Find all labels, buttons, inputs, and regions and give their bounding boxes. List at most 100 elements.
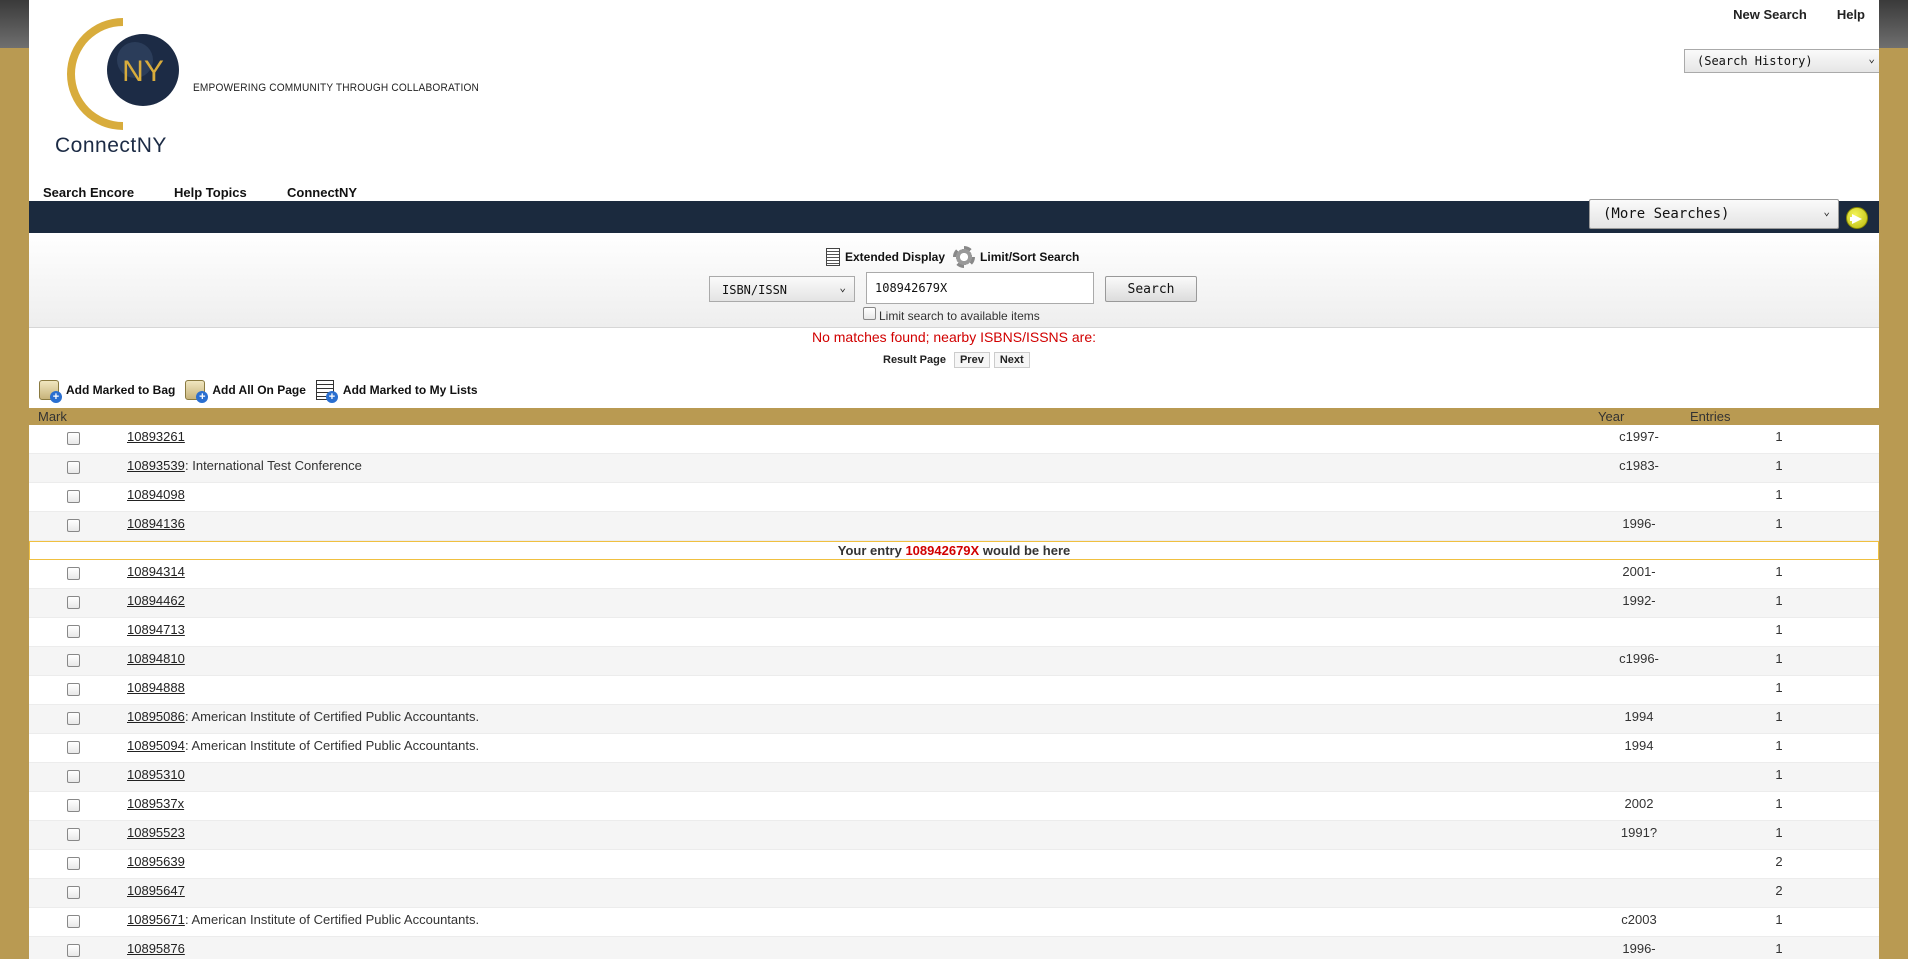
isbn-link[interactable]: 10895523 [127,825,185,840]
row-mark-checkbox[interactable] [67,712,80,725]
bag-add-icon [185,380,209,403]
row-entries: 1 [1775,458,1783,473]
chevron-down-icon: ⌄ [1823,205,1830,218]
isbn-link[interactable]: 10894098 [127,487,185,502]
row-mark-checkbox[interactable] [67,683,80,696]
isbn-link[interactable]: 10895086 [127,709,185,724]
search-history-select[interactable]: (Search History) ⌄ [1684,49,1879,73]
search-button[interactable]: Search [1105,276,1197,302]
row-mark-checkbox[interactable] [67,828,80,841]
row-title: : International Test Conference [185,458,362,473]
row-title: : American Institute of Certified Public… [185,738,480,753]
results-table-header: Mark Year Entries [29,408,1879,425]
more-searches-select[interactable]: (More Searches) ⌄ [1589,199,1839,229]
add-all-on-page-button[interactable]: Add All On Page [185,380,306,403]
svg-text:NY: NY [122,55,164,88]
isbn-link[interactable]: 10893539 [127,458,185,473]
isbn-link[interactable]: 1089537x [127,796,184,811]
new-search-link[interactable]: New Search [1733,7,1807,22]
extended-display-link[interactable]: Extended Display [826,248,945,266]
table-row: 10894098 1 [29,483,1879,512]
logo-wordmark: ConnectNY [55,134,167,157]
result-page-label: Result Page [883,354,946,366]
gear-icon [953,246,976,268]
header: NY ConnectNY EMPOWERING COMMUNITY THROUG… [29,0,1879,182]
row-mark-checkbox[interactable] [67,915,80,928]
table-row: 10894888 1 [29,676,1879,705]
row-entries: 1 [1775,622,1783,637]
table-row: 10893261 c1997- 1 [29,425,1879,454]
search-input[interactable] [866,272,1094,304]
isbn-link[interactable]: 10895647 [127,883,185,898]
extended-display-label: Extended Display [845,250,946,264]
column-mark: Mark [38,409,67,424]
row-entries: 1 [1775,912,1783,927]
column-year: Year [1598,409,1625,424]
entry-suffix: would be here [982,543,1071,558]
row-mark-checkbox[interactable] [67,799,80,812]
isbn-link[interactable]: 10895639 [127,854,185,869]
nav-help-topics[interactable]: Help Topics [174,185,247,200]
isbn-link[interactable]: 10894136 [127,516,185,531]
list-add-icon [315,380,338,403]
row-entries: 1 [1775,796,1783,811]
search-history-value: (Search History) [1697,54,1813,68]
entry-position-row: Your entry 108942679X would be here [29,541,1879,560]
table-row: 10893539 : International Test Conference… [29,454,1879,483]
row-mark-checkbox[interactable] [67,741,80,754]
search-type-value: ISBN/ISSN [722,283,788,297]
row-entries: 1 [1775,564,1783,579]
row-entries: 1 [1775,709,1783,724]
row-year: 1996- [1622,516,1656,531]
row-mark-checkbox[interactable] [67,770,80,783]
row-mark-checkbox[interactable] [67,944,80,957]
next-button[interactable]: Next [993,352,1030,368]
isbn-link[interactable]: 10894713 [127,622,185,637]
nav-search-encore[interactable]: Search Encore [43,185,134,200]
row-mark-checkbox[interactable] [67,519,80,532]
row-mark-checkbox[interactable] [67,625,80,638]
table-row: 10894713 1 [29,618,1879,647]
search-type-select[interactable]: ISBN/ISSN ⌄ [709,276,855,302]
isbn-link[interactable]: 10895094 [127,738,185,753]
isbn-link[interactable]: 10895671 [127,912,185,927]
go-arrow-button[interactable] [1846,207,1868,229]
row-year: 1996- [1622,941,1656,956]
isbn-link[interactable]: 10895310 [127,767,185,782]
row-entries: 2 [1775,883,1783,898]
isbn-link[interactable]: 10894888 [127,680,185,695]
table-row: 10895876 1996- 1 [29,937,1879,959]
isbn-link[interactable]: 10894462 [127,593,185,608]
add-marked-to-bag-button[interactable]: Add Marked to Bag [39,380,175,403]
row-mark-checkbox[interactable] [67,886,80,899]
row-year: c1997- [1619,429,1659,444]
result-actions: Add Marked to Bag Add All On Page Add Ma… [39,380,478,403]
result-pager: Result Page Prev Next [883,352,1030,368]
row-entries: 1 [1775,516,1783,531]
row-mark-checkbox[interactable] [67,490,80,503]
row-mark-checkbox[interactable] [67,596,80,609]
isbn-link[interactable]: 10894810 [127,651,185,666]
row-mark-checkbox[interactable] [67,567,80,580]
bag-add-icon [39,380,62,403]
isbn-link[interactable]: 10895876 [127,941,185,956]
isbn-link[interactable]: 10894314 [127,564,185,579]
row-mark-checkbox[interactable] [67,461,80,474]
isbn-link[interactable]: 10893261 [127,429,185,444]
row-entries: 1 [1775,593,1783,608]
prev-button[interactable]: Prev [953,352,990,368]
nav-connectny[interactable]: ConnectNY [287,185,357,200]
row-mark-checkbox[interactable] [67,432,80,445]
top-links: New Search Help [1733,7,1865,22]
table-row: 10894314 2001- 1 [29,560,1879,589]
limit-sort-link[interactable]: Limit/Sort Search [953,246,1079,268]
row-entries: 1 [1775,941,1783,956]
row-mark-checkbox[interactable] [67,857,80,870]
table-row: 1089537x 2002 1 [29,792,1879,821]
add-marked-to-lists-button[interactable]: Add Marked to My Lists [315,380,478,403]
help-link[interactable]: Help [1837,7,1865,22]
limit-available-checkbox[interactable] [863,306,876,320]
table-row: 10895639 2 [29,850,1879,879]
row-mark-checkbox[interactable] [67,654,80,667]
table-row: 10895523 1991? 1 [29,821,1879,850]
